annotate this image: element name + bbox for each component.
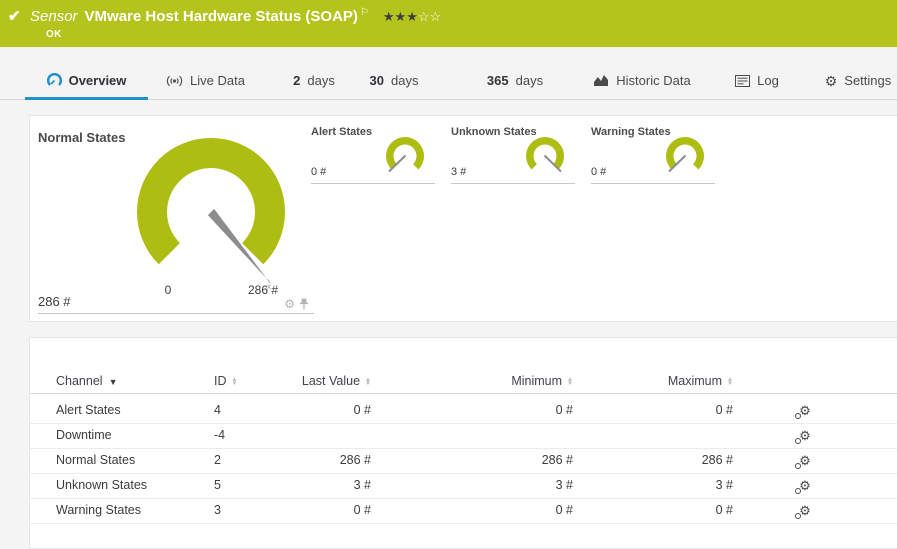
cell-minimum: 3 # (555, 478, 573, 492)
gauge-title: Alert States (311, 126, 373, 138)
gauge-icon (46, 73, 62, 86)
gauge-unknown-states[interactable]: Unknown States 3 # (451, 124, 575, 184)
gauges-panel: Normal States x 0 286 # 286 # ⚙ Alert St… (29, 115, 897, 322)
gauge-scale-min: 0 (164, 283, 172, 297)
cell-maximum: 0 # (715, 403, 733, 417)
flag-icon[interactable]: ⚐ (360, 7, 369, 18)
column-header-last-value[interactable]: Last Value ▲ ▼ (221, 371, 371, 391)
gauge-title: Normal States (38, 130, 126, 145)
tab-365-days[interactable]: 365 days (480, 62, 550, 99)
sort-arrows-icon: ▲ ▼ (365, 376, 371, 387)
table-row[interactable]: Alert States 4 0 # 0 # 0 # ⚙ (30, 398, 897, 424)
sensor-type-label: Sensor (30, 8, 78, 25)
edit-channel-icon[interactable]: ⚙ (795, 448, 811, 473)
tab-bar: Overview Live Data 2 days 30 days 365 da… (0, 62, 897, 100)
tab-settings[interactable]: ⚙ Settings (820, 62, 896, 99)
tab-overview[interactable]: Overview (25, 62, 148, 100)
table-row[interactable]: Unknown States 5 3 # 3 # 3 # ⚙ (30, 473, 897, 499)
sensor-title-line: Sensor VMware Host Hardware Status (SOAP)… (30, 7, 441, 25)
gauge-scale-max: 286 # (247, 283, 279, 297)
cell-id: -4 (214, 428, 226, 442)
cell-last-value: 0 # (353, 503, 371, 517)
tab-live-data[interactable]: Live Data (158, 62, 253, 99)
tab-number: 365 (486, 73, 509, 88)
small-gauge-dial (526, 137, 564, 173)
cell-maximum: 0 # (715, 503, 733, 517)
edit-channel-icon[interactable]: ⚙ (795, 423, 811, 448)
tab-label: Settings (844, 73, 892, 88)
channels-table-panel: Channel ▼ ID ▲ ▼ Last Value ▲ ▼ Minimum ▲ ▼ Max… (29, 337, 897, 549)
edit-channel-icon[interactable]: ⚙ (795, 473, 811, 498)
tab-number: 2 (293, 73, 301, 88)
gauge-current-value: 3 # (451, 166, 467, 178)
tab-30-days[interactable]: 30 days (362, 62, 426, 99)
cell-channel[interactable]: Downtime (56, 423, 206, 448)
gauge-toolbar: ⚙ (284, 298, 309, 310)
live-data-icon (166, 75, 183, 86)
tab-historic-data[interactable]: Historic Data (588, 62, 696, 99)
edit-channel-icon[interactable]: ⚙ (795, 398, 811, 423)
small-gauge-dial (666, 137, 704, 173)
column-header-channel[interactable]: Channel ▼ (56, 371, 206, 392)
main-gauge-dial: x (137, 137, 285, 291)
cell-maximum: 286 # (701, 453, 733, 467)
tab-number: 30 (369, 73, 384, 88)
edit-channel-icon[interactable]: ⚙ (795, 498, 811, 523)
cell-last-value: 0 # (353, 403, 371, 417)
sensor-header: ✔ Sensor VMware Host Hardware Status (SOA… (0, 0, 897, 47)
tab-label: Log (757, 73, 779, 88)
table-header-row: Channel ▼ ID ▲ ▼ Last Value ▲ ▼ Minimum ▲ ▼ Max… (30, 371, 897, 394)
cell-minimum: 286 # (541, 453, 573, 467)
cell-last-value: 286 # (339, 453, 371, 467)
status-badge: OK (46, 29, 62, 40)
sort-arrows-icon: ▲ ▼ (727, 376, 733, 387)
table-row[interactable]: Downtime -4 ⚙ (30, 423, 897, 449)
table-row[interactable]: Warning States 3 0 # 0 # 0 # ⚙ (30, 498, 897, 524)
tab-label: days (515, 73, 544, 88)
tab-log[interactable]: Log (728, 62, 786, 99)
cell-minimum: 0 # (555, 503, 573, 517)
small-gauge-dial (386, 137, 424, 173)
sort-arrows-icon: ▲ ▼ (567, 376, 573, 387)
gauge-normal-states[interactable]: Normal States x 0 286 # 286 # ⚙ (38, 126, 314, 314)
tab-2-days[interactable]: 2 days (283, 62, 345, 99)
pin-icon[interactable] (299, 298, 309, 310)
gauge-current-value: 0 # (591, 166, 607, 178)
cell-minimum: 0 # (555, 403, 573, 417)
cell-channel[interactable]: Alert States (56, 398, 206, 423)
gauge-settings-icon[interactable]: ⚙ (284, 298, 295, 310)
gauge-warning-states[interactable]: Warning States 0 # (591, 124, 715, 184)
gauge-current-value: 0 # (311, 166, 327, 178)
ok-check-icon: ✔ (8, 8, 21, 25)
log-list-icon (735, 74, 751, 87)
tab-label: Overview (68, 73, 127, 88)
tab-label: days (391, 73, 419, 88)
gauge-current-value: 286 # (38, 294, 71, 309)
tab-label: Live Data (190, 73, 245, 88)
star-filled-icons[interactable]: ★★★ (383, 9, 418, 24)
cell-channel[interactable]: Warning States (56, 498, 206, 523)
gauge-alert-states[interactable]: Alert States 0 # (311, 124, 435, 184)
gear-icon: ⚙ (824, 72, 838, 89)
sort-caret-down-icon: ▼ (108, 376, 118, 387)
tab-label: Historic Data (616, 73, 691, 88)
cell-maximum: 3 # (715, 478, 733, 492)
page-title: VMware Host Hardware Status (SOAP) (84, 8, 358, 25)
column-header-minimum[interactable]: Minimum ▲ ▼ (423, 371, 573, 391)
table-row[interactable]: Normal States 2 286 # 286 # 286 # ⚙ (30, 448, 897, 474)
column-header-maximum[interactable]: Maximum ▲ ▼ (583, 371, 733, 391)
priority-stars[interactable]: ★★★☆☆ (383, 9, 441, 24)
cell-channel[interactable]: Unknown States (56, 473, 206, 498)
cell-last-value: 3 # (353, 478, 371, 492)
area-chart-icon (594, 75, 609, 86)
cell-channel[interactable]: Normal States (56, 448, 206, 473)
tab-label: days (307, 73, 335, 88)
star-empty-icons[interactable]: ☆☆ (418, 9, 441, 24)
